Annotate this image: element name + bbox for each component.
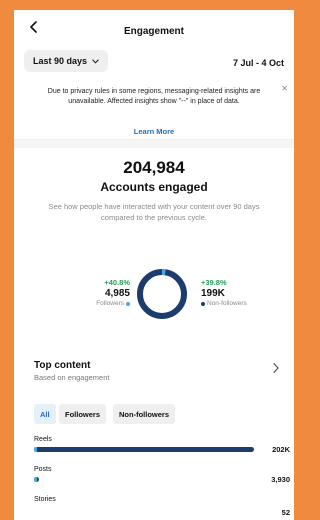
date-range-dropdown[interactable]: Last 90 days — [24, 50, 109, 72]
notice-text: Due to privacy rules in some regions, me… — [47, 88, 261, 105]
metric-bar-cap — [34, 477, 37, 482]
metric-posts: Posts 3,930 — [34, 466, 290, 494]
date-range-text: 7 Jul - 4 Oct — [232, 58, 284, 68]
donut-chart — [137, 269, 187, 319]
metric-label: Stories — [34, 496, 56, 503]
followers-label: Followers — [96, 300, 124, 307]
non-followers-value: 199K — [201, 288, 225, 299]
followers-value: 4,985 — [104, 288, 130, 299]
accounts-engaged-value: 204,984 — [123, 158, 185, 177]
non-followers-stat: +39.8% 199K Non-followers — [201, 278, 247, 307]
chevron-right-icon[interactable] — [272, 362, 280, 374]
metric-stories: Stories 52 — [34, 496, 290, 520]
top-content-subtitle: Based on engagement — [34, 373, 110, 382]
chevron-down-icon — [92, 59, 99, 64]
divider — [14, 140, 294, 148]
non-followers-legend-dot — [201, 301, 205, 306]
filter-chip-followers[interactable]: Followers — [59, 404, 107, 424]
top-content-header[interactable]: Top content Based on engagement — [14, 356, 294, 396]
non-followers-label: Non-followers — [207, 300, 247, 307]
accounts-engaged-label: Accounts engaged — [100, 180, 208, 194]
summary-description: See how people have interacted with your… — [48, 202, 260, 222]
non-followers-change: +39.8% — [201, 278, 227, 287]
header: Engagement — [14, 10, 294, 44]
range-row: Last 90 days 7 Jul - 4 Oct — [14, 44, 294, 80]
filter-chip-all[interactable]: All — [34, 404, 56, 424]
engagement-screen: Engagement Last 90 days 7 Jul - 4 Oct Du… — [14, 10, 294, 520]
metric-value: 3,930 — [271, 475, 290, 484]
learn-more-link[interactable]: Learn More — [14, 127, 294, 136]
close-icon[interactable]: ✕ — [281, 84, 288, 93]
metric-bar-cap — [34, 447, 37, 452]
page-title: Engagement — [123, 26, 184, 37]
followers-stat: +40.8% 4,985 Followers — [96, 278, 130, 307]
date-range-label: Last 90 days — [33, 56, 88, 66]
metric-value: 52 — [281, 508, 290, 517]
summary: 204,984 Accounts engaged See how people … — [14, 148, 294, 268]
top-content-title: Top content — [34, 360, 91, 371]
followers-change: +40.8% — [104, 278, 130, 287]
metric-value: 202K — [272, 445, 290, 454]
metric-label: Reels — [34, 436, 52, 443]
content-type-metrics: Reels 202K Posts 3,930 Stories 52 — [14, 434, 294, 520]
metric-reels: Reels 202K — [34, 436, 290, 464]
filter-chips: All Followers Non-followers — [14, 396, 294, 434]
donut-non-followers-arc — [137, 269, 187, 319]
privacy-notice: Due to privacy rules in some regions, me… — [14, 80, 294, 140]
metric-label: Posts — [34, 466, 52, 473]
metric-bar — [34, 447, 254, 452]
filter-chip-non-followers[interactable]: Non-followers — [113, 404, 175, 424]
followers-legend-dot — [126, 301, 130, 306]
follower-breakdown: +40.8% 4,985 Followers +39.8% 199K Non-f… — [14, 268, 294, 356]
